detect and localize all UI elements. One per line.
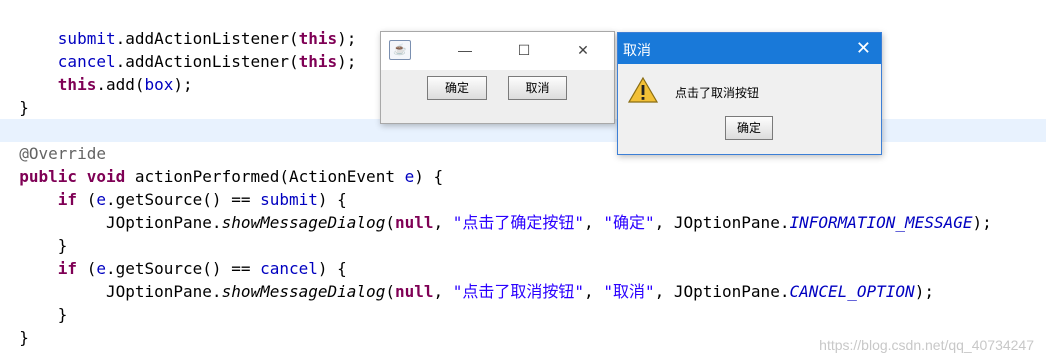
code-line: JOptionPane.showMessageDialog(null, "点击了… <box>105 282 934 301</box>
code-token: ); <box>337 29 357 48</box>
code-token: } <box>19 328 29 347</box>
cancel-button[interactable]: 取消 <box>508 76 567 100</box>
code-token: ( <box>77 190 97 209</box>
code-token: .addActionListener( <box>115 29 299 48</box>
close-button[interactable]: ✕ <box>569 40 597 60</box>
code-line: if (e.getSource() == cancel) { <box>0 257 1046 280</box>
code-line: public void actionPerformed(ActionEvent … <box>0 165 1046 188</box>
code-line: } <box>0 234 1046 257</box>
code-token: .getSource() == <box>105 190 261 209</box>
code-token: actionPerformed(ActionEvent <box>125 167 405 186</box>
code-token: if <box>57 190 78 209</box>
code-token: this <box>57 75 97 94</box>
code-token: null <box>394 282 434 301</box>
code-token: ) { <box>317 259 347 278</box>
code-line: JOptionPane.showMessageDialog(null, "点击了… <box>105 213 992 232</box>
code-token: JOptionPane. <box>105 282 222 301</box>
code-token: cancel <box>57 52 116 71</box>
code-token: box <box>144 75 174 94</box>
code-line: @Override <box>0 142 1046 165</box>
maximize-button[interactable]: ☐ <box>510 40 538 60</box>
ok-button[interactable]: 确定 <box>725 116 773 140</box>
code-line: } <box>0 303 1046 326</box>
code-token: JOptionPane. <box>105 213 222 232</box>
code-token: showMessageDialog <box>221 282 386 301</box>
code-token: ); <box>972 213 992 232</box>
code-token: JOptionPane. <box>673 213 790 232</box>
code-token: } <box>57 305 68 324</box>
code-token: CANCEL_OPTION <box>789 282 915 301</box>
code-token: .getSource() == <box>105 259 261 278</box>
code-token: "点击了取消按钮" <box>452 282 585 301</box>
code-token: e <box>404 167 415 186</box>
code-token: ) { <box>317 190 347 209</box>
code-token: this <box>298 52 338 71</box>
code-token: if <box>57 259 78 278</box>
code-token: null <box>394 213 434 232</box>
code-token: ( <box>77 259 97 278</box>
code-token: "确定" <box>603 213 655 232</box>
dialog-titlebar[interactable]: 取消 ✕ <box>618 33 881 64</box>
code-token: } <box>19 98 29 117</box>
code-token: submit <box>260 190 318 209</box>
code-token: e <box>96 190 106 209</box>
window-titlebar[interactable]: ☕ — ☐ ✕ <box>381 32 614 70</box>
message-dialog: 取消 ✕ 点击了取消按钮 确定 <box>617 32 882 155</box>
warning-icon <box>628 76 658 103</box>
dialog-message: 点击了取消按钮 <box>675 86 760 100</box>
code-token: .addActionListener( <box>115 52 299 71</box>
app-window: ☕ — ☐ ✕ 确定 取消 <box>380 31 615 124</box>
code-token: cancel <box>260 259 318 278</box>
code-token: e <box>96 259 106 278</box>
code-token: showMessageDialog <box>221 213 386 232</box>
code-token: ( <box>385 282 395 301</box>
code-token: void <box>86 167 126 186</box>
code-token: ); <box>914 282 934 301</box>
code-token: } <box>57 236 68 255</box>
code-token: public <box>19 167 78 186</box>
code-token: ); <box>173 75 193 94</box>
code-token: submit <box>57 29 116 48</box>
confirm-button[interactable]: 确定 <box>427 76 487 100</box>
code-token: JOptionPane. <box>673 282 790 301</box>
code-token: this <box>298 29 338 48</box>
minimize-button[interactable]: — <box>451 40 479 60</box>
code-line: if (e.getSource() == submit) { <box>0 188 1046 211</box>
watermark: https://blog.csdn.net/qq_40734247 <box>819 337 1034 353</box>
code-token: @Override <box>19 144 106 163</box>
code-token: .add( <box>96 75 145 94</box>
code-token: ) { <box>414 167 444 186</box>
code-token: ( <box>385 213 395 232</box>
code-token: "取消" <box>603 282 655 301</box>
dialog-title: 取消 <box>623 42 651 58</box>
java-cup-icon: ☕ <box>389 40 411 60</box>
code-token: "点击了确定按钮" <box>452 213 585 232</box>
close-icon[interactable]: ✕ <box>856 37 871 59</box>
code-token: INFORMATION_MESSAGE <box>789 213 973 232</box>
code-token: ); <box>337 52 357 71</box>
